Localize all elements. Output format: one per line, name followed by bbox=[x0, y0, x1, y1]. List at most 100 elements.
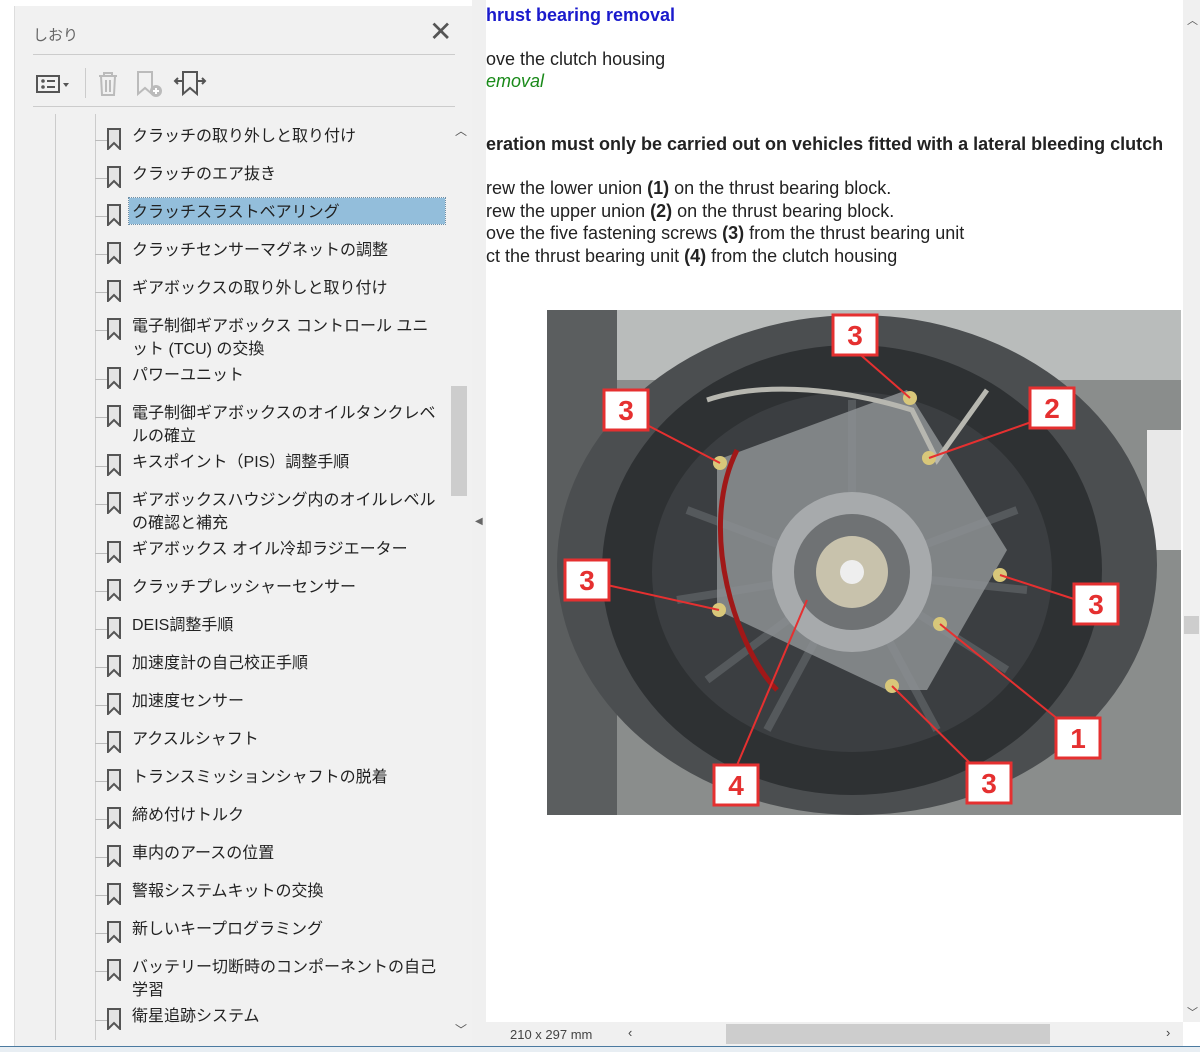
bookmark-label: 加速度センサー bbox=[132, 693, 245, 710]
bookmark-item[interactable]: 加速度センサー bbox=[95, 687, 455, 725]
step-text: ove the five fastening screws bbox=[486, 223, 723, 243]
bookmark-label: ギアボックス オイル冷却ラジエーター bbox=[132, 541, 408, 558]
bookmark-label: 電子制御ギアボックスのオイルタンクレベルの確立 bbox=[132, 405, 436, 445]
step-text: from the clutch housing bbox=[706, 245, 898, 266]
window-bottom-border bbox=[0, 1046, 1200, 1052]
tree-connector bbox=[95, 667, 107, 668]
bookmark-label: 電子制御ギアボックス コントロール ユニット (TCU) の交換 bbox=[132, 318, 429, 358]
step-text: ove the clutch housing bbox=[486, 49, 666, 69]
bookmark-item[interactable]: ギアボックスの取り外しと取り付け bbox=[95, 274, 455, 312]
tree-connector bbox=[95, 466, 107, 467]
instruction-step: rew the upper union (2) on the thrust be… bbox=[486, 201, 894, 222]
callout-number: 3 bbox=[618, 395, 634, 426]
bookmark-label: 加速度計の自己校正手順 bbox=[132, 655, 309, 672]
bookmark-item[interactable]: 衛星追跡システム bbox=[95, 1002, 455, 1040]
callout-number: 3 bbox=[847, 320, 863, 351]
bookmark-icon bbox=[107, 693, 121, 715]
scroll-left-icon[interactable]: ‹ bbox=[628, 1025, 632, 1040]
bookmark-tree: クラッチの取り外しと取り付け クラッチのエア抜き クラッチスラストベアリング クラッチ… bbox=[15, 114, 455, 1040]
bookmark-item[interactable]: DEIS調整手順 bbox=[95, 611, 455, 649]
options-menu-button[interactable] bbox=[35, 66, 73, 102]
bookmark-item[interactable]: 車内のアースの位置 bbox=[95, 839, 455, 877]
bookmark-icon bbox=[107, 242, 121, 264]
bookmark-item[interactable]: 加速度計の自己校正手順 bbox=[95, 649, 455, 687]
bookmark-icon bbox=[107, 807, 121, 829]
bookmark-label: 車内のアースの位置 bbox=[132, 845, 275, 862]
collapse-arrow-icon[interactable]: ◀ bbox=[475, 516, 483, 527]
bookmark-item[interactable]: クラッチの取り外しと取り付け bbox=[95, 122, 455, 160]
tree-line bbox=[55, 114, 56, 1040]
scroll-right-icon[interactable]: › bbox=[1166, 1025, 1170, 1040]
bookmark-item[interactable]: 新しいキープログラミング bbox=[95, 915, 455, 953]
bookmark-icon bbox=[107, 454, 121, 476]
bookmark-scrollbar[interactable]: ︿ ﹀ bbox=[451, 114, 469, 1040]
step-text: ct the thrust bearing unit bbox=[486, 245, 685, 266]
bookmark-item[interactable]: クラッチのエア抜き bbox=[95, 160, 455, 198]
tree-connector bbox=[95, 591, 107, 592]
scroll-thumb[interactable] bbox=[726, 1024, 1050, 1044]
tree-connector bbox=[95, 553, 107, 554]
bookmarks-panel: しおり ✕ クラッチの取り外しと取り付け クラッチのエア抜き クラッチスラストベアリ… bbox=[14, 6, 472, 1046]
bookmark-label: ギアボックスハウジング内のオイルレベルの確認と補充 bbox=[132, 492, 436, 532]
bookmark-icon bbox=[107, 921, 121, 943]
scroll-up-icon[interactable]: ︿ bbox=[1187, 12, 1198, 28]
document-horizontal-scrollbar[interactable]: 210 x 297 mm ‹ › bbox=[486, 1022, 1183, 1046]
scroll-thumb[interactable] bbox=[1184, 616, 1199, 634]
tree-connector bbox=[95, 216, 107, 217]
tree-connector bbox=[95, 1020, 107, 1021]
bookmark-item[interactable]: クラッチスラストベアリング bbox=[95, 197, 455, 236]
bookmark-label: 締め付けトルク bbox=[132, 807, 245, 824]
tree-connector bbox=[95, 629, 107, 630]
scroll-thumb[interactable] bbox=[451, 386, 467, 496]
step-ref-number: (4) bbox=[684, 245, 707, 266]
bookmark-label: ギアボックスの取り外しと取り付け bbox=[132, 280, 388, 297]
document-view: hrust bearing removal ove the clutch hou… bbox=[486, 0, 1183, 1022]
callout-number: 3 bbox=[1088, 589, 1104, 620]
scroll-down-icon[interactable]: ﹀ bbox=[1187, 1004, 1198, 1020]
tree-connector bbox=[95, 819, 107, 820]
bookmark-icon bbox=[107, 769, 121, 791]
bookmark-item[interactable]: パワーユニット bbox=[95, 361, 455, 399]
bookmark-item[interactable]: バッテリー切断時のコンポーネントの自己学習 bbox=[95, 953, 455, 1002]
bookmark-item[interactable]: キスポイント（PIS）調整手順 bbox=[95, 448, 455, 486]
step-text: on the thrust bearing block. bbox=[669, 178, 892, 198]
bookmark-item[interactable]: クラッチセンサーマグネットの調整 bbox=[95, 236, 455, 274]
bookmark-icon bbox=[107, 492, 121, 514]
tree-connector bbox=[95, 254, 107, 255]
bookmark-item[interactable]: クラッチプレッシャーセンサー bbox=[95, 573, 455, 611]
bookmark-label: 衛星追跡システム bbox=[132, 1008, 260, 1025]
bookmark-item[interactable]: ギアボックス オイル冷却ラジエーター bbox=[95, 535, 455, 573]
bookmarks-sidebar: しおり ✕ クラッチの取り外しと取り付け クラッチのエア抜き クラッチスラストベアリ… bbox=[0, 0, 472, 1052]
bookmark-label: 新しいキープログラミング bbox=[132, 921, 324, 938]
removal-link[interactable]: emoval bbox=[486, 71, 544, 92]
close-icon[interactable]: ✕ bbox=[429, 18, 452, 46]
bookmark-item[interactable]: アクスルシャフト bbox=[95, 725, 455, 763]
bookmark-item[interactable]: ギアボックスハウジング内のオイルレベルの確認と補充 bbox=[95, 486, 455, 535]
delete-bookmark-button[interactable] bbox=[95, 66, 121, 102]
bookmark-label: パワーユニット bbox=[132, 367, 245, 384]
document-vertical-scrollbar[interactable]: ︿ ﹀ bbox=[1183, 0, 1200, 1022]
scroll-down-icon[interactable]: ﹀ bbox=[455, 1021, 467, 1038]
bookmark-item[interactable]: 締め付けトルク bbox=[95, 801, 455, 839]
bookmark-item[interactable]: 電子制御ギアボックス コントロール ユニット (TCU) の交換 bbox=[95, 312, 455, 361]
step-text: rew the lower union bbox=[486, 178, 648, 198]
panel-splitter[interactable]: ◀ bbox=[472, 0, 486, 1052]
divider bbox=[33, 106, 455, 107]
new-bookmark-button[interactable] bbox=[135, 66, 165, 102]
step-ref-number: (1) bbox=[647, 178, 670, 198]
bookmark-item[interactable]: 電子制御ギアボックスのオイルタンクレベルの確立 bbox=[95, 399, 455, 448]
bookmark-label: 警報システムキットの交換 bbox=[132, 883, 324, 900]
bookmark-icon bbox=[107, 405, 121, 427]
panel-title: しおり bbox=[33, 27, 79, 44]
bookmark-item[interactable]: トランスミッションシャフトの脱着 bbox=[95, 763, 455, 801]
section-heading: hrust bearing removal bbox=[486, 5, 676, 25]
bookmark-label: クラッチセンサーマグネットの調整 bbox=[132, 242, 389, 259]
bookmark-item[interactable]: 警報システムキットの交換 bbox=[95, 877, 455, 915]
scroll-up-icon[interactable]: ︿ bbox=[455, 122, 467, 139]
callout-number: 3 bbox=[981, 768, 997, 799]
tree-connector bbox=[95, 743, 107, 744]
bookmark-icon bbox=[107, 280, 121, 302]
tree-connector bbox=[95, 971, 107, 972]
expand-bookmark-button[interactable] bbox=[173, 66, 207, 102]
bookmark-label: トランスミッションシャフトの脱着 bbox=[132, 769, 388, 786]
